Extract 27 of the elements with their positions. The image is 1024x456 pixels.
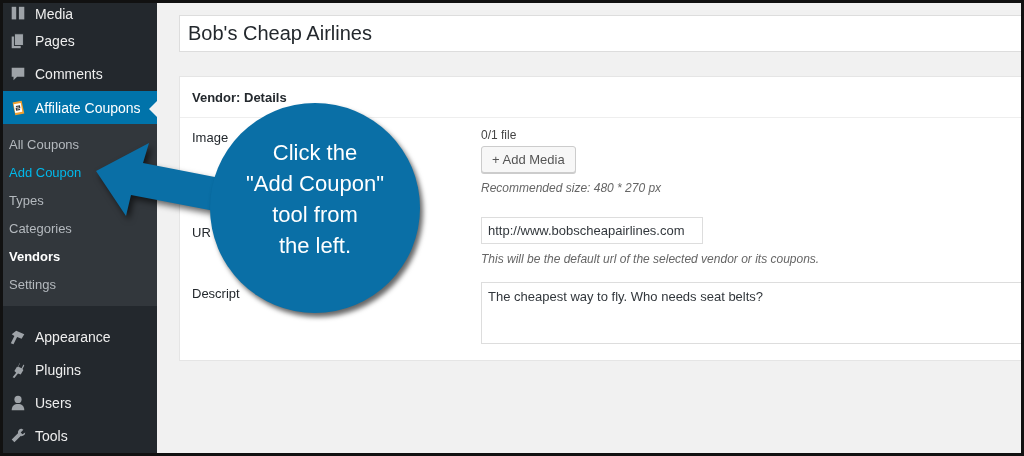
submenu-item[interactable]: Settings xyxy=(3,271,56,300)
submenu-item[interactable]: Categories xyxy=(3,215,72,244)
sidebar-item[interactable]: Media xyxy=(3,3,157,25)
add-media-button[interactable]: + Add Media xyxy=(481,146,576,173)
sidebar-item[interactable]: Pages xyxy=(3,24,157,58)
hint-text: This will be the default url of the selected vendor or its coupons. xyxy=(481,252,820,266)
sidebar-item[interactable]: Comments xyxy=(3,57,157,91)
pages-icon xyxy=(9,32,27,51)
submenu-item[interactable]: Vendors xyxy=(3,243,61,272)
sidebar-item[interactable]: Users xyxy=(3,386,157,420)
submenu-item[interactable]: Types xyxy=(3,187,44,216)
file-count: 0/1 file xyxy=(481,128,517,142)
description-field[interactable]: The cheapest way to fly. Who needs seat belts? xyxy=(481,282,1021,344)
sidebar-item[interactable]: Affiliate Coupons xyxy=(3,90,157,125)
panel-title: Vendor: Details xyxy=(192,90,287,105)
submenu-item[interactable]: Add Coupon xyxy=(3,159,82,188)
title-field[interactable]: Bob's Cheap Airlines xyxy=(179,15,1021,52)
sidebar-item[interactable]: Plugins xyxy=(3,353,157,387)
user-icon xyxy=(9,394,27,413)
field-label: Image xyxy=(192,129,229,145)
sidebar-item[interactable]: Tools xyxy=(3,419,157,453)
submenu-item[interactable]: All Coupons xyxy=(3,131,80,160)
url-field[interactable]: http://www.bobscheapairlines.com xyxy=(481,217,703,244)
field-label: UR xyxy=(192,224,211,240)
hint-text: Recommended size: 480 * 270 px xyxy=(481,181,662,195)
field-label: Descript xyxy=(192,285,240,301)
sidebar-item[interactable]: Appearance xyxy=(3,320,157,354)
